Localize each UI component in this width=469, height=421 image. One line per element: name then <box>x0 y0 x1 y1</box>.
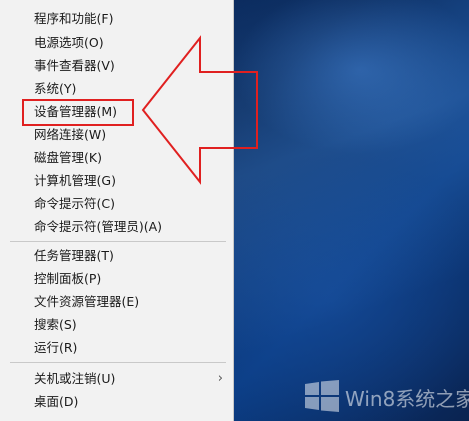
red-arrow-annotation <box>141 35 258 185</box>
menu-item-shutdown-signout[interactable]: 关机或注销(U) › <box>0 368 233 390</box>
windows-logo-icon <box>305 380 339 412</box>
chevron-right-icon: › <box>217 371 223 386</box>
desktop-light-beam <box>230 0 469 421</box>
menu-separator <box>10 362 226 363</box>
menu-item-command-prompt-admin[interactable]: 命令提示符(管理员)(A) <box>0 216 233 238</box>
menu-item-control-panel[interactable]: 控制面板(P) <box>0 268 233 290</box>
menu-item-task-manager[interactable]: 任务管理器(T) <box>0 245 233 267</box>
menu-item-label: 关机或注销(U) <box>34 371 116 386</box>
menu-item-programs-features[interactable]: 程序和功能(F) <box>0 8 233 30</box>
menu-item-run[interactable]: 运行(R) <box>0 337 233 359</box>
menu-item-file-explorer[interactable]: 文件资源管理器(E) <box>0 291 233 313</box>
watermark-text: Win8系统之家 <box>345 387 469 411</box>
highlight-box <box>22 99 134 126</box>
menu-separator <box>10 241 226 242</box>
menu-item-desktop[interactable]: 桌面(D) <box>0 391 233 413</box>
menu-item-search[interactable]: 搜索(S) <box>0 314 233 336</box>
menu-item-command-prompt[interactable]: 命令提示符(C) <box>0 193 233 215</box>
